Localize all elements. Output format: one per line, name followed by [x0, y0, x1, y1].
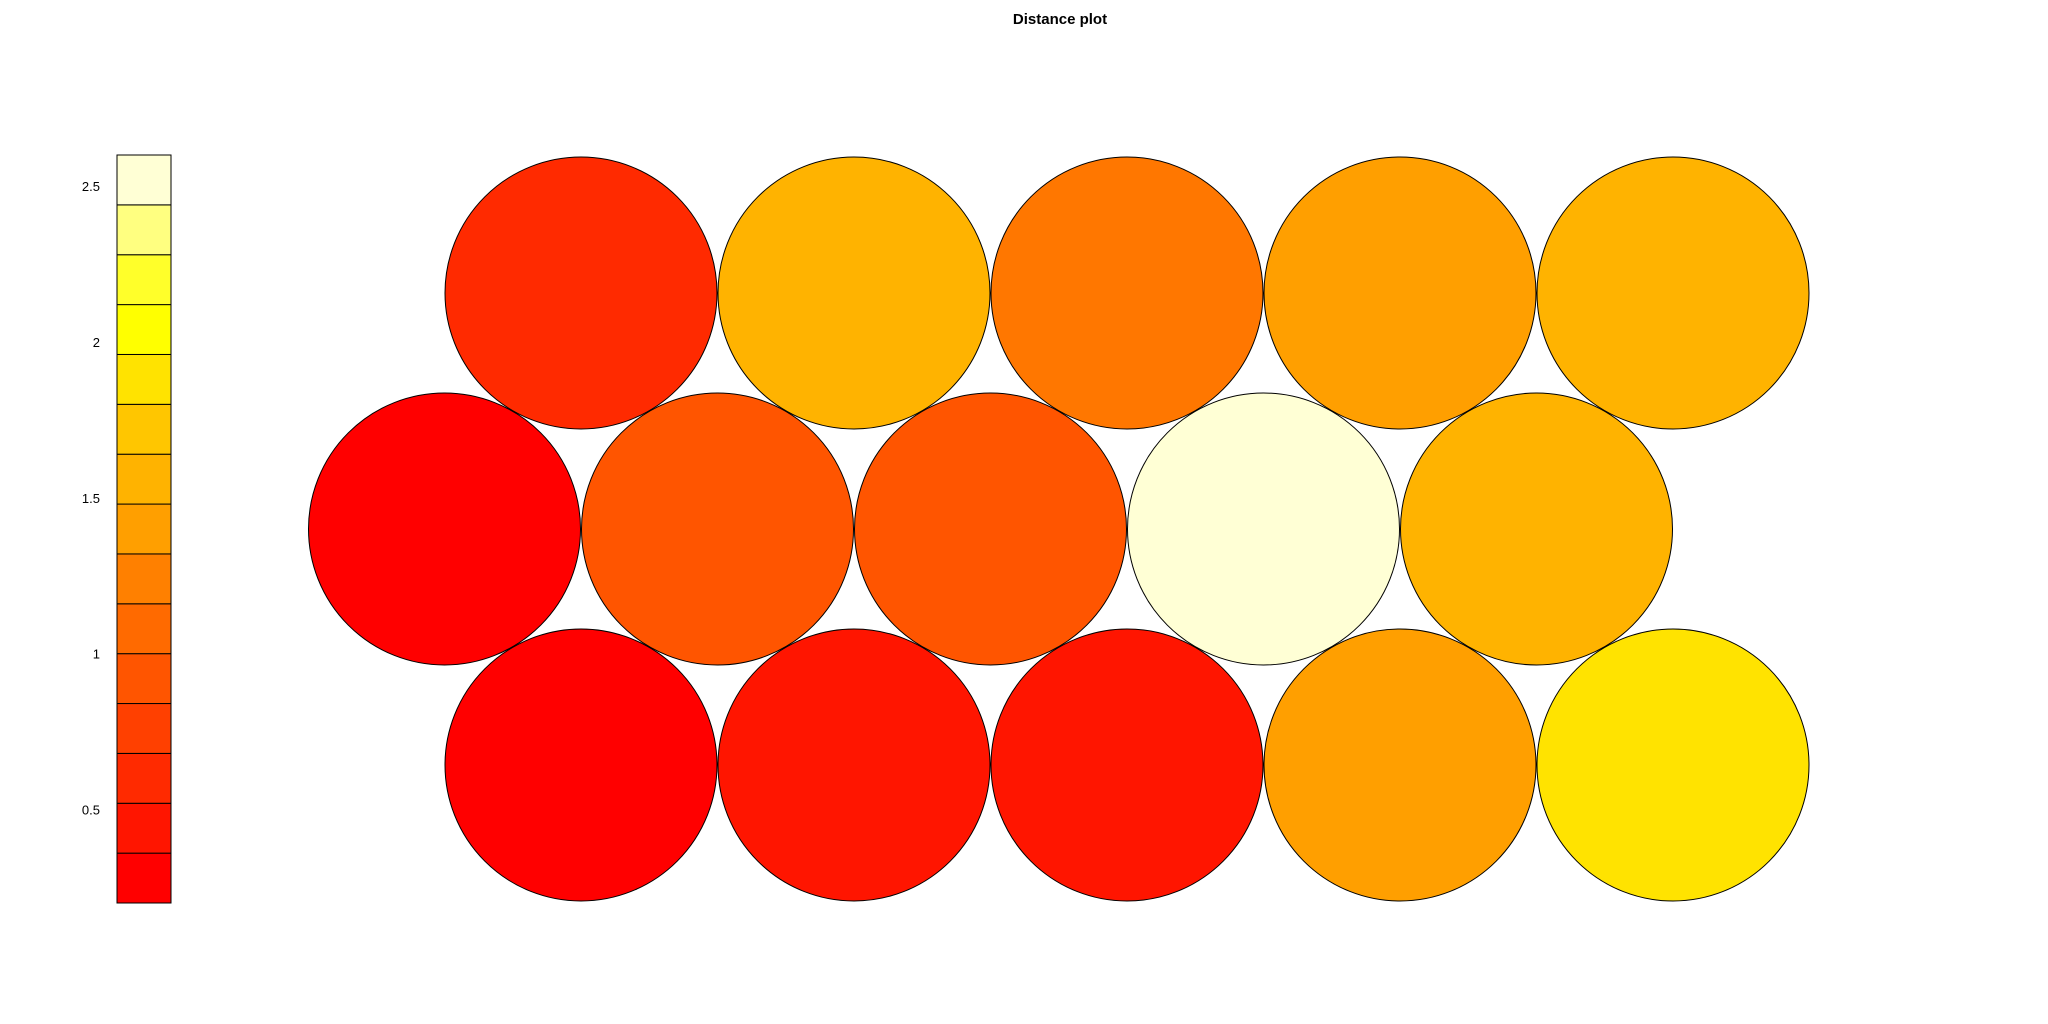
color-scale-bin-0 [116, 852, 172, 904]
color-scale-bin-3 [116, 703, 172, 754]
color-scale-tick-label: 1 [93, 647, 100, 662]
color-scale-ticks: 0.5 1 1.5 2 2.5 [82, 179, 100, 817]
color-scale-bin-14 [116, 154, 172, 206]
color-scale-bin-6 [116, 553, 172, 605]
color-scale-bin-7 [116, 503, 172, 555]
color-scale-bin-2 [116, 752, 172, 804]
color-scale-bin-5 [116, 603, 172, 655]
color-scale-tick-label: 2 [93, 335, 100, 350]
map-unit-r1-c0 [308, 392, 581, 666]
map-unit-r2-c3 [1263, 628, 1537, 902]
color-scale-bin-12 [116, 254, 172, 306]
color-scale-bin-8 [116, 453, 172, 505]
color-scale-bin-10 [116, 353, 172, 405]
map-unit-r2-c1 [717, 628, 991, 902]
color-scale-bin-9 [116, 403, 172, 455]
map-unit-r0-c1 [717, 156, 991, 430]
color-scale-tick-label: 1.5 [82, 491, 100, 506]
map-unit-r1-c3 [1127, 392, 1400, 666]
distance-plot-chart: Distance plot 0.5 1 1.5 2 2.5 [82, 11, 1810, 904]
map-unit-r2-c2 [990, 628, 1264, 902]
map-unit-r1-c1 [581, 392, 854, 666]
map-unit-r2-c0 [444, 628, 718, 902]
color-scale-tick-label: 2.5 [82, 179, 100, 194]
color-scale-tick-label: 0.5 [82, 803, 100, 818]
map-unit-r0-c0 [444, 156, 718, 430]
map-unit-r1-c4 [1400, 392, 1673, 666]
map-unit-r2-c4 [1536, 628, 1810, 902]
color-scale-bin-1 [116, 802, 172, 854]
color-scale-bin-13 [116, 204, 172, 256]
map-unit-r0-c2 [990, 156, 1264, 430]
chart-title: Distance plot [1013, 11, 1107, 28]
map-unit-r0-c3 [1263, 156, 1537, 430]
color-scale-bin-11 [116, 304, 172, 355]
map-unit-r0-c4 [1536, 156, 1810, 430]
color-scale-bar [116, 154, 172, 904]
map-unit-r1-c2 [854, 392, 1127, 666]
color-scale-bin-4 [116, 653, 172, 705]
map-units [308, 156, 1810, 902]
